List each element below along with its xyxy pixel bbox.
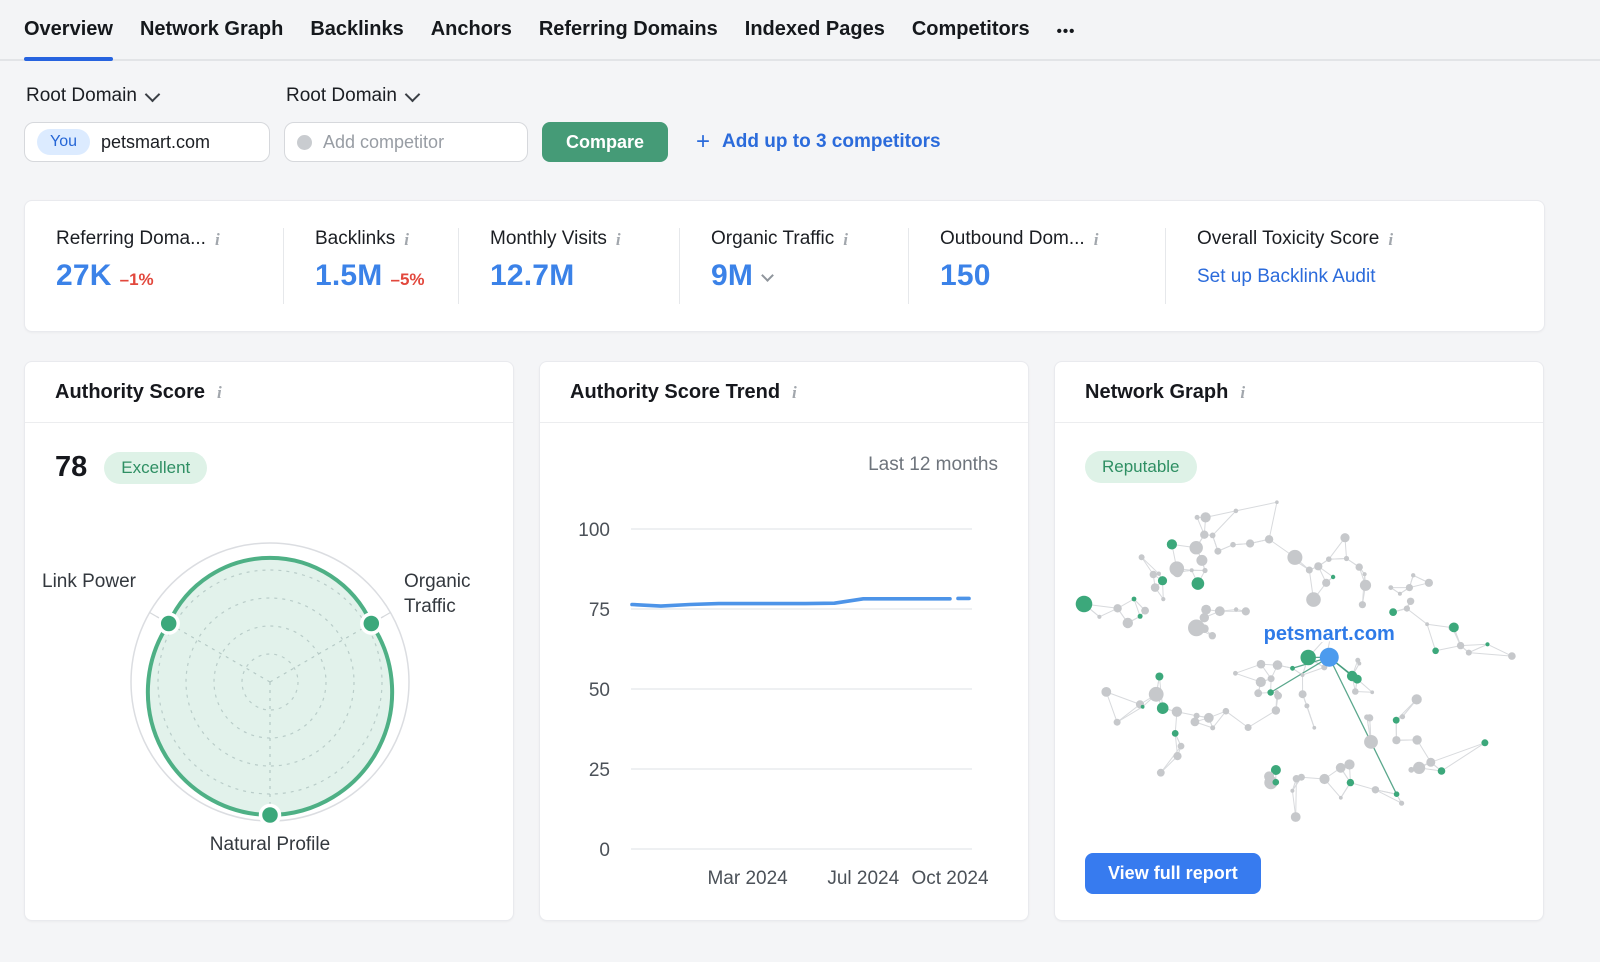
tab-competitors[interactable]: Competitors: [912, 0, 1030, 59]
metric-referring-domains: Referring Doma... i 27K –1%: [25, 228, 283, 304]
view-full-report-button[interactable]: View full report: [1085, 853, 1261, 894]
add-competitors-link[interactable]: + Add up to 3 competitors: [696, 130, 941, 154]
add-competitor-placeholder: Add competitor: [323, 132, 444, 153]
metric-value[interactable]: 27K: [56, 259, 112, 293]
radar-point-natural-profile: [261, 806, 280, 825]
chevron-down-icon: [145, 86, 161, 102]
svg-text:50: 50: [589, 680, 610, 701]
tab-backlinks[interactable]: Backlinks: [310, 0, 403, 59]
domain-favicon-placeholder-icon: [297, 135, 312, 150]
radar-axis-organic-traffic: Organic Traffic: [404, 569, 499, 619]
plus-icon: +: [696, 130, 710, 154]
network-rating-badge: Reputable: [1085, 451, 1197, 483]
metric-outbound-domains: Outbound Dom... i 150: [908, 228, 1165, 304]
tab-network-graph[interactable]: Network Graph: [140, 0, 283, 59]
card-title: Authority Score Trend: [570, 381, 780, 404]
trend-range-label: Last 12 months: [868, 454, 998, 476]
metric-backlinks: Backlinks i 1.5M –5%: [283, 228, 458, 304]
info-icon[interactable]: i: [1388, 231, 1393, 248]
radar-axis-link-power: Link Power: [41, 569, 136, 594]
info-icon[interactable]: i: [616, 231, 621, 248]
network-graph-canvas[interactable]: petsmart.com: [1075, 483, 1525, 883]
info-icon[interactable]: i: [792, 384, 797, 401]
add-competitor-input[interactable]: Add competitor: [284, 122, 528, 162]
metric-value[interactable]: 12.7M: [490, 259, 574, 293]
info-icon[interactable]: i: [215, 231, 220, 248]
svg-text:75: 75: [589, 600, 610, 621]
metric-delta: –1%: [120, 270, 154, 290]
backlink-analytics-page: Overview Network Graph Backlinks Anchors…: [0, 0, 1600, 962]
svg-text:100: 100: [578, 520, 610, 541]
svg-text:Oct 2024: Oct 2024: [911, 868, 989, 889]
info-icon[interactable]: i: [404, 231, 409, 248]
svg-text:25: 25: [589, 760, 610, 781]
svg-text:petsmart.com: petsmart.com: [1264, 623, 1395, 645]
info-icon[interactable]: i: [217, 384, 222, 401]
ellipsis-icon: •••: [1057, 23, 1076, 40]
svg-text:Mar 2024: Mar 2024: [707, 868, 788, 889]
metric-value: 9M: [711, 259, 753, 293]
summary-metrics-bar: Referring Doma... i 27K –1% Backlinks i …: [24, 200, 1545, 332]
tab-indexed-pages[interactable]: Indexed Pages: [745, 0, 885, 59]
info-icon[interactable]: i: [1094, 231, 1099, 248]
metric-delta: –5%: [391, 270, 425, 290]
network-graph-card: Network Graph i Reputable petsmart.com V…: [1054, 361, 1544, 921]
overview-widgets-row: Authority Score i 78 Excellent: [24, 361, 1544, 921]
you-domain-value: petsmart.com: [101, 132, 210, 153]
authority-score-trend-chart: 0 25 50 75 100 Mar 2024 Jul 2024 Oct 2024: [570, 502, 1010, 902]
authority-score-rating-badge: Excellent: [104, 452, 207, 484]
organic-traffic-dropdown[interactable]: 9M: [711, 259, 908, 293]
metric-monthly-visits: Monthly Visits i 12.7M: [458, 228, 679, 304]
metric-organic-traffic: Organic Traffic i 9M: [679, 228, 908, 304]
metric-value[interactable]: 1.5M: [315, 259, 383, 293]
authority-score-radar-chart: [120, 532, 420, 832]
svg-text:0: 0: [599, 840, 610, 861]
info-icon[interactable]: i: [1240, 384, 1245, 401]
radar-point-link-power: [159, 614, 178, 633]
report-tabs: Overview Network Graph Backlinks Anchors…: [0, 0, 1600, 61]
radar-axis-natural-profile: Natural Profile: [170, 832, 370, 857]
tab-anchors[interactable]: Anchors: [431, 0, 512, 59]
radar-point-organic-traffic: [362, 614, 381, 633]
tab-overview[interactable]: Overview: [24, 0, 113, 59]
card-title: Network Graph: [1085, 381, 1228, 404]
setup-backlink-audit-link[interactable]: Set up Backlink Audit: [1197, 266, 1544, 288]
metric-toxicity-score: Overall Toxicity Score i Set up Backlink…: [1165, 228, 1544, 304]
authority-score-trend-card: Authority Score Trend i Last 12 months 0…: [539, 361, 1029, 921]
compare-filters: Root Domain You petsmart.com Root Domain…: [24, 61, 941, 162]
scope-selector-competitor[interactable]: Root Domain: [286, 85, 528, 107]
svg-text:Jul 2024: Jul 2024: [827, 868, 899, 889]
authority-score-card: Authority Score i 78 Excellent: [24, 361, 514, 921]
chevron-down-icon: [761, 269, 774, 282]
info-icon[interactable]: i: [843, 231, 848, 248]
chevron-down-icon: [405, 86, 421, 102]
card-title: Authority Score: [55, 381, 205, 404]
scope-selector-you[interactable]: Root Domain: [26, 85, 270, 107]
center-node: [1320, 648, 1339, 667]
tab-referring-domains[interactable]: Referring Domains: [539, 0, 718, 59]
you-badge: You: [37, 129, 90, 155]
you-domain-field[interactable]: You petsmart.com: [24, 122, 270, 162]
authority-score-value: 78: [55, 451, 87, 484]
compare-button[interactable]: Compare: [542, 122, 668, 162]
more-tabs-button[interactable]: •••: [1057, 0, 1076, 59]
metric-value[interactable]: 150: [940, 259, 991, 293]
